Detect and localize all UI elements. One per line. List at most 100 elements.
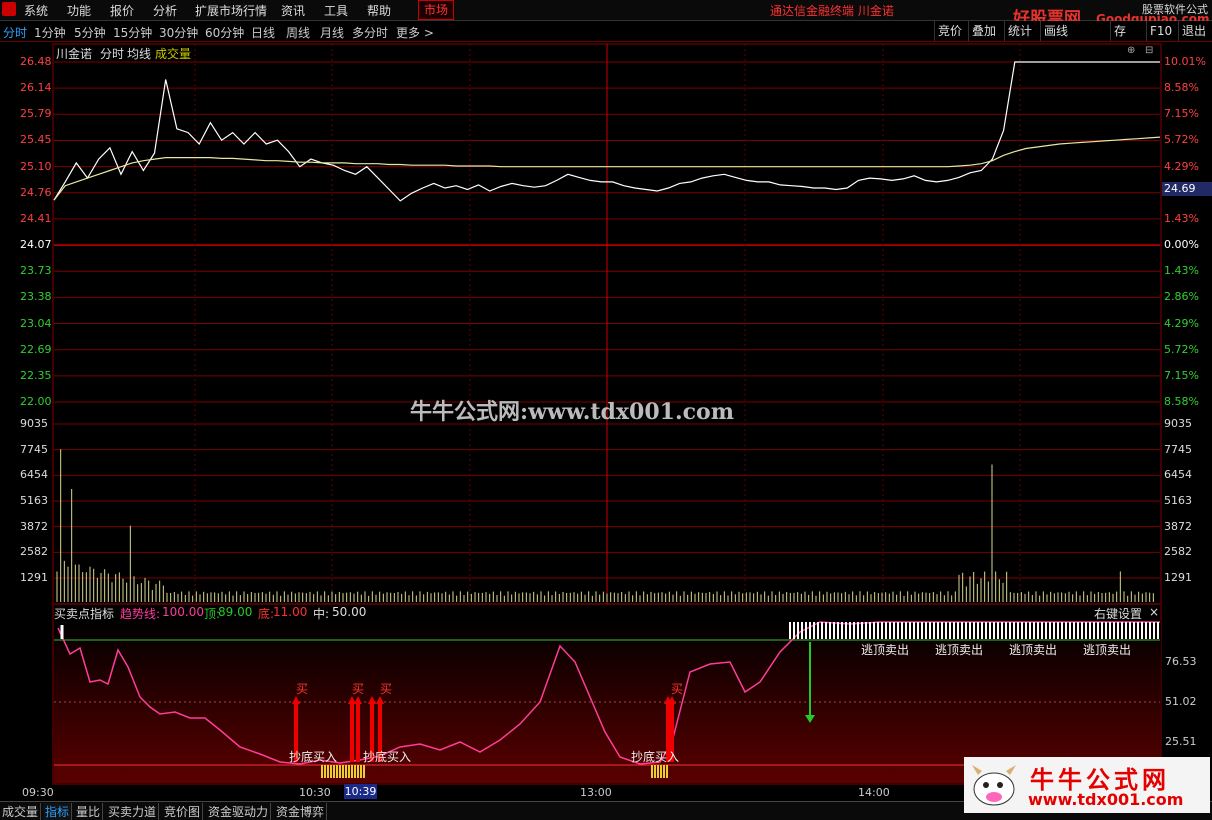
stats-button[interactable]: 统计 <box>1004 21 1035 41</box>
price-axis-label: 24.76 <box>20 185 52 199</box>
trend-label: 趋势线: <box>120 607 161 621</box>
pct-axis-label: 2.86% <box>1164 290 1199 304</box>
price-axis-label: 22.69 <box>20 342 52 356</box>
tab-volume[interactable]: 成交量 <box>0 803 42 820</box>
menu-analysis[interactable]: 分析 <box>153 2 177 19</box>
volume-axis-label: 3872 <box>1164 519 1192 533</box>
pct-axis-label: 5.72% <box>1164 342 1199 356</box>
time-0930: 09:30 <box>22 786 54 799</box>
menu-extended-market[interactable]: 扩展市场行情 <box>195 2 267 19</box>
save-button[interactable]: 存 <box>1110 21 1129 41</box>
buy-signal-3: 买 <box>380 682 393 696</box>
stock-name: 川金诺 <box>56 47 93 61</box>
overlay-button[interactable]: 叠加 <box>968 21 999 41</box>
period-daily[interactable]: 日线 <box>251 24 275 41</box>
ind-axis-25: 25.51 <box>1165 735 1197 748</box>
pct-axis-label: 0.00% <box>1164 238 1199 252</box>
market-button[interactable]: 市场 <box>418 0 454 20</box>
menu-help[interactable]: 帮助 <box>367 2 391 19</box>
auction-button[interactable]: 竞价 <box>934 21 965 41</box>
menu-tools[interactable]: 工具 <box>324 2 348 19</box>
period-1min[interactable]: 1分钟 <box>34 24 66 41</box>
chart-mode-label: 分时 <box>100 47 125 61</box>
price-axis-label: 24.41 <box>20 211 52 225</box>
pct-axis-label: 4.29% <box>1164 159 1199 173</box>
indicator-name: 买卖点指标 <box>54 607 115 621</box>
volume-axis-label: 5163 <box>20 494 48 507</box>
menu-quotes[interactable]: 报价 <box>110 2 134 19</box>
pct-axis-label: 10.01% <box>1164 55 1206 68</box>
volume-axis-label: 2582 <box>20 545 48 559</box>
mid-value: 50.00 <box>332 605 367 619</box>
price-axis-label: 25.79 <box>20 107 52 121</box>
price-axis-label: 22.35 <box>20 368 52 382</box>
volume-axis-label: 2582 <box>1164 545 1192 559</box>
price-axis-label: 26.14 <box>20 81 52 95</box>
pct-axis-label: 5.72% <box>1164 133 1199 147</box>
volume-axis-label: 1291 <box>1164 571 1192 584</box>
pct-axis-label: 4.29% <box>1164 316 1199 330</box>
volume-axis-label: 1291 <box>20 571 48 584</box>
tab-indicator[interactable]: 指标 <box>43 803 73 820</box>
period-multi-intraday[interactable]: 多分时 <box>352 24 388 41</box>
volume-axis-label: 7745 <box>20 442 48 456</box>
pct-axis-label: 7.15% <box>1164 368 1199 382</box>
top-sell-3: 逃顶卖出 <box>1009 643 1058 657</box>
volume-axis-label: 6454 <box>20 468 48 482</box>
indicator-settings[interactable]: 右键设置 <box>1094 605 1142 622</box>
tab-capital-drive[interactable]: 资金驱动力 <box>206 803 272 820</box>
terminal-title: 通达信金融终端 川金诺 <box>770 4 894 18</box>
period-15min[interactable]: 15分钟 <box>113 24 152 41</box>
menu-system[interactable]: 系统 <box>24 2 48 19</box>
chart-expand-icon[interactable]: ⊕ <box>1127 45 1135 56</box>
pct-axis-label: 8.58% <box>1164 395 1199 408</box>
period-more[interactable]: 更多 > <box>396 24 434 41</box>
app-logo-icon[interactable] <box>2 2 16 16</box>
volume-axis-label: 9035 <box>1164 417 1192 430</box>
chart-menu-icon[interactable]: ⊟ <box>1145 45 1153 56</box>
indicator-close-icon[interactable]: × <box>1149 605 1159 619</box>
period-60min[interactable]: 60分钟 <box>205 24 244 41</box>
tab-volume-ratio[interactable]: 量比 <box>74 803 104 820</box>
price-axis-label: 23.04 <box>20 316 52 330</box>
bottom-buy-1: 抄底买入 <box>289 750 338 764</box>
draw-button[interactable]: 画线 <box>1040 21 1071 41</box>
period-5min[interactable]: 5分钟 <box>74 24 106 41</box>
buy-signal-1: 买 <box>296 682 309 696</box>
pct-axis-label: 8.58% <box>1164 81 1199 95</box>
tab-buy-sell-force[interactable]: 买卖力道 <box>106 803 160 820</box>
period-intraday[interactable]: 分时 <box>3 24 27 41</box>
price-axis-label: 24.07 <box>20 238 52 252</box>
time-cursor: 10:39 <box>344 784 377 799</box>
top-value: 89.00 <box>218 605 253 619</box>
avg-line-label: 均线 <box>127 47 152 61</box>
ind-axis-76: 76.53 <box>1165 655 1197 668</box>
price-axis-label: 23.38 <box>20 290 52 304</box>
exit-button[interactable]: 退出 <box>1178 21 1209 41</box>
menu-news[interactable]: 资讯 <box>281 2 305 19</box>
current-price-tag: 24.69 <box>1162 182 1212 196</box>
price-axis-label: 22.00 <box>20 395 52 408</box>
time-1030: 10:30 <box>299 786 331 799</box>
buy-signal-4: 买 <box>671 682 684 696</box>
period-weekly[interactable]: 周线 <box>286 24 310 41</box>
time-1300: 13:00 <box>580 786 612 799</box>
tab-capital-game[interactable]: 资金博弈 <box>274 803 328 820</box>
volume-label: 成交量 <box>155 47 192 61</box>
pct-axis-label: 1.43% <box>1164 211 1199 225</box>
price-axis-label: 25.10 <box>20 159 52 173</box>
trend-value: 100.00 <box>162 605 204 619</box>
volume-axis-label: 6454 <box>1164 468 1192 482</box>
top-sell-1: 逃顶卖出 <box>861 643 910 657</box>
period-30min[interactable]: 30分钟 <box>159 24 198 41</box>
menu-function[interactable]: 功能 <box>67 2 91 19</box>
time-1400: 14:00 <box>858 786 890 799</box>
bottom-value: 11.00 <box>273 605 308 619</box>
cow-logo-icon <box>972 765 1016 806</box>
watermark-text: 牛牛公式网:www.tdx001.com <box>410 399 734 425</box>
tab-auction-chart[interactable]: 竞价图 <box>162 803 204 820</box>
volume-axis-label: 3872 <box>20 519 48 533</box>
period-monthly[interactable]: 月线 <box>320 24 344 41</box>
f10-button[interactable]: F10 <box>1146 21 1175 41</box>
price-axis-label: 26.48 <box>20 55 52 68</box>
